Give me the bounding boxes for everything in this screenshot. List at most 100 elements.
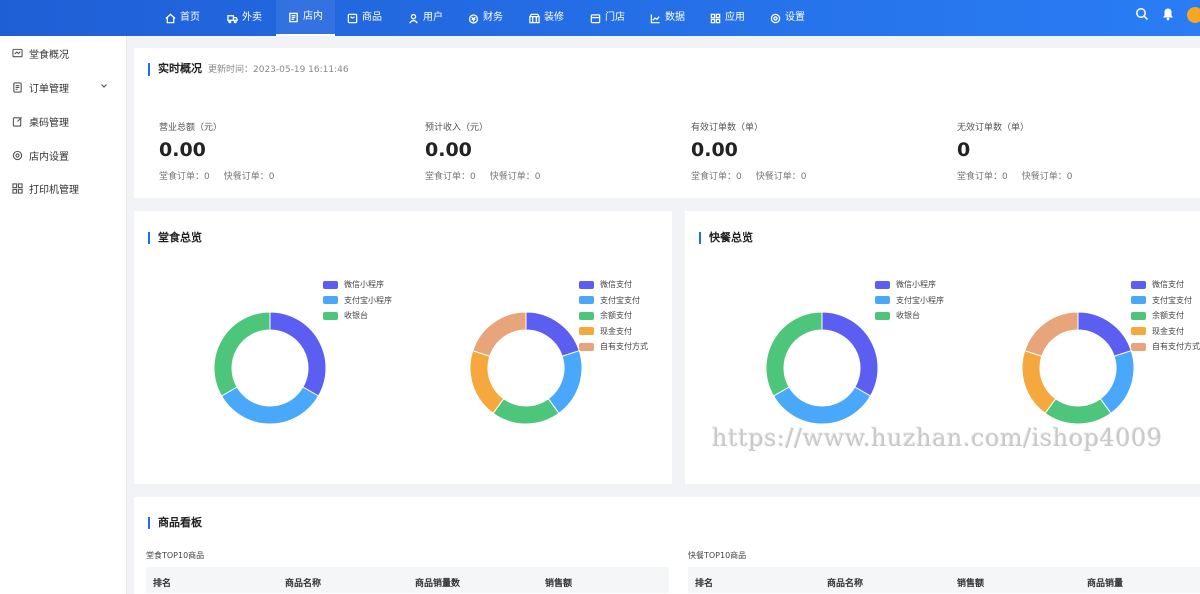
donut-slice-1[interactable] — [525, 311, 580, 357]
nav-item-home[interactable]: 首页 — [165, 0, 200, 36]
legend-label: 收银台 — [896, 311, 920, 321]
column-header[interactable]: 销售额 — [545, 576, 572, 589]
column-header[interactable]: 商品名称 — [827, 576, 863, 589]
sidebar-item-label: 打印机管理 — [29, 184, 79, 196]
legend-item[interactable]: 现金支付 — [1131, 324, 1200, 340]
finance-icon — [468, 13, 479, 24]
sidebar-item-printer[interactable]: 打印机管理 — [12, 180, 117, 196]
stat-fast-orders: 快餐订单：0 — [489, 172, 541, 182]
legend-item[interactable]: 现金支付 — [579, 324, 648, 340]
bell-icon[interactable] — [1161, 7, 1175, 21]
donut-slice-3[interactable] — [1044, 398, 1112, 425]
sidebar-item-label: 桌码管理 — [29, 117, 69, 129]
legend-item[interactable]: 微信小程序 — [323, 277, 392, 293]
watermark-text: https://www.huzhan.com/ishop4009 — [712, 424, 1163, 452]
fast-channel-legend: 微信小程序 支付宝小程序 收银台 — [875, 277, 944, 324]
dine-channel-legend: 微信小程序 支付宝小程序 收银台 — [323, 277, 392, 324]
donut-slice-3[interactable] — [765, 311, 823, 397]
donut-slice-2[interactable] — [220, 386, 320, 425]
nav-item-delivery[interactable]: 外卖 — [227, 0, 262, 36]
fast-payment-donut — [1021, 311, 1135, 425]
legend-swatch — [579, 296, 594, 305]
column-header[interactable]: 排名 — [153, 576, 171, 589]
nav-item-users[interactable]: 用户 — [408, 0, 443, 36]
dine-overview-card: 堂食总览 微信小程序 支付宝小程序 收银台 微信支付 支付宝支付 余额支付 现金… — [134, 211, 672, 484]
column-header[interactable]: 商品销量 — [1087, 576, 1123, 589]
fast-payment-legend: 微信支付 支付宝支付 余额支付 现金支付 自有支付方式 — [1131, 277, 1200, 355]
legend-label: 余额支付 — [600, 311, 632, 321]
donut-slice-3[interactable] — [492, 398, 560, 425]
nav-item-goods[interactable]: 商品 — [347, 0, 382, 36]
sidebar-item-store-settings[interactable]: 店内设置 — [12, 147, 117, 163]
sidebar: 堂食概况 订单管理 桌码管理 店内设置 打印机管理 — [0, 36, 127, 594]
sidebar-item-label: 店内设置 — [29, 151, 69, 163]
legend-label: 自有支付方式 — [1152, 342, 1200, 352]
column-header[interactable]: 商品名称 — [285, 576, 321, 589]
stat-dine-orders: 堂食订单：0 — [159, 172, 210, 182]
donut-slice-2[interactable] — [1099, 350, 1135, 415]
stat-dine-orders: 堂食订单：0 — [691, 172, 742, 182]
stat-value: 0 — [957, 139, 971, 161]
stat-invalid-orders: 无效订单数（单） 0 堂食订单：0 快餐订单：0 — [957, 120, 1177, 182]
chevron-down-icon[interactable] — [99, 81, 109, 91]
legend-item[interactable]: 余额支付 — [1131, 308, 1200, 324]
stat-label: 营业总额（元） — [159, 123, 223, 133]
nav-item-shop[interactable]: 门店 — [590, 0, 625, 36]
nav-item-settings[interactable]: 设置 — [770, 0, 805, 36]
legend-label: 支付宝支付 — [1152, 295, 1192, 305]
donut-slice-1[interactable] — [269, 311, 327, 397]
fast-channel-donut — [765, 311, 879, 425]
nav-label: 店内 — [303, 11, 323, 22]
nav-item-data[interactable]: 数据 — [650, 0, 685, 36]
avatar[interactable] — [1187, 7, 1200, 23]
legend-item[interactable]: 支付宝支付 — [1131, 293, 1200, 309]
donut-slice-2[interactable] — [772, 386, 872, 425]
donut-slice-2[interactable] — [547, 350, 583, 415]
apps-icon — [710, 13, 721, 23]
card-title: 实时概况 更新时间：2023-05-19 16:11:46 — [148, 63, 349, 76]
stat-fast-orders: 快餐订单：0 — [755, 172, 807, 182]
stat-total-revenue: 营业总额（元） 0.00 堂食订单：0 快餐订单：0 — [159, 120, 379, 182]
nav-label: 外卖 — [242, 12, 262, 23]
legend-item[interactable]: 微信支付 — [1131, 277, 1200, 293]
donut-slice-3[interactable] — [213, 311, 271, 397]
legend-label: 支付宝支付 — [600, 295, 640, 305]
stat-dine-orders: 堂食订单：0 — [957, 172, 1008, 182]
nav-label: 财务 — [483, 12, 503, 23]
legend-item[interactable]: 收银台 — [323, 308, 392, 324]
legend-item[interactable]: 自有支付方式 — [1131, 339, 1200, 355]
legend-item[interactable]: 支付宝小程序 — [323, 293, 392, 309]
goods-icon — [347, 13, 358, 23]
legend-label: 支付宝小程序 — [896, 295, 944, 305]
legend-item[interactable]: 收银台 — [875, 308, 944, 324]
legend-item[interactable]: 支付宝小程序 — [875, 293, 944, 309]
nav-item-apps[interactable]: 应用 — [710, 0, 745, 36]
nav-item-in-store[interactable]: 店内 — [276, 0, 335, 36]
legend-item[interactable]: 支付宝支付 — [579, 293, 648, 309]
donut-slice-5[interactable] — [472, 311, 527, 357]
column-header[interactable]: 排名 — [695, 576, 713, 589]
donut-slice-4[interactable] — [1021, 350, 1057, 415]
column-header[interactable]: 商品销量数 — [415, 576, 460, 589]
nav-label: 数据 — [665, 12, 685, 23]
donut-slice-1[interactable] — [821, 311, 879, 397]
stat-valid-orders: 有效订单数（单） 0.00 堂食订单：0 快餐订单：0 — [691, 120, 911, 182]
legend-item[interactable]: 微信支付 — [579, 277, 648, 293]
nav-item-decorate[interactable]: 装修 — [529, 0, 564, 36]
sidebar-item-dine-overview[interactable]: 堂食概况 — [12, 45, 117, 61]
donut-slice-4[interactable] — [469, 350, 505, 415]
gear-icon — [12, 150, 23, 160]
legend-label: 余额支付 — [1152, 311, 1184, 321]
legend-item[interactable]: 自有支付方式 — [579, 339, 648, 355]
sidebar-item-order-management[interactable]: 订单管理 — [12, 79, 117, 95]
nav-item-finance[interactable]: 财务 — [468, 0, 503, 36]
search-icon[interactable] — [1135, 7, 1149, 21]
legend-item[interactable]: 余额支付 — [579, 308, 648, 324]
donut-slice-1[interactable] — [1077, 311, 1132, 357]
donut-slice-5[interactable] — [1024, 311, 1079, 357]
legend-item[interactable]: 微信小程序 — [875, 277, 944, 293]
sidebar-item-table-code[interactable]: 桌码管理 — [12, 113, 117, 129]
dine-top10-table-header: 排名 商品名称 商品销量数 销售额 — [146, 567, 669, 593]
stat-value: 0.00 — [159, 139, 206, 161]
column-header[interactable]: 销售额 — [957, 576, 984, 589]
